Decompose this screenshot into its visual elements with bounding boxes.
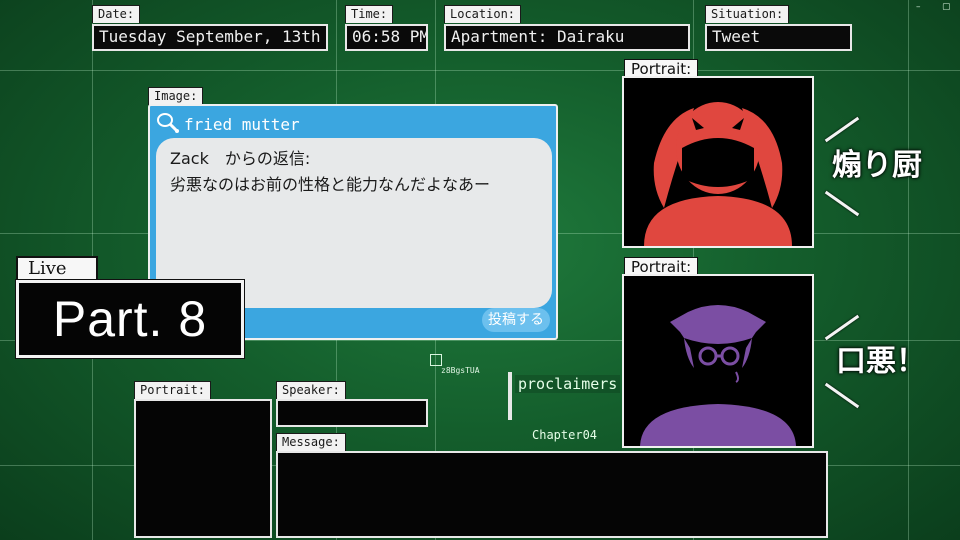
time-label: Time: (345, 5, 394, 23)
location-label: Location: (444, 5, 522, 23)
location-value: Apartment: Dairaku (444, 24, 690, 51)
portrait-bottom-caption: 口悪！ (836, 344, 926, 379)
divider (508, 372, 512, 420)
caption-slash (824, 314, 860, 341)
character-silhouette-red (644, 102, 792, 246)
grid-line (908, 0, 909, 540)
portrait-top-caption: 煽り厨 (832, 148, 922, 183)
crosshair-icon (430, 354, 442, 366)
tweet-username: fried mutter (184, 114, 300, 134)
time-value: 06:58 PM (345, 24, 428, 51)
portrait-top (622, 76, 814, 248)
portrait-bottom (622, 274, 814, 448)
tweet-header: fried mutter (156, 112, 300, 136)
image-label: Image: (148, 87, 204, 105)
date-value: Tuesday September, 13th (92, 24, 328, 51)
chapter-label: Chapter04 (532, 428, 598, 442)
maximize-button[interactable]: ▢ (942, 2, 951, 12)
tweet-line-1: Zack からの返信: (170, 149, 311, 168)
character-silhouette-purple (640, 305, 796, 446)
situation-value: Tweet (705, 24, 852, 51)
speaker-label: Speaker: (276, 381, 346, 399)
post-button[interactable]: 投稿する (482, 308, 550, 332)
caption-slash (824, 382, 860, 409)
dialogue-portrait-label: Portrait: (134, 381, 212, 399)
speaker-box (276, 399, 428, 427)
proclaimers-label: proclaimers (515, 375, 621, 393)
scene-id: z8BgsTUA (441, 366, 480, 375)
situation-label: Situation: (705, 5, 790, 23)
dialogue-portrait-box (134, 399, 272, 538)
minimize-button[interactable]: – (916, 2, 921, 12)
live-label: Live (16, 256, 98, 282)
caption-slash (824, 190, 860, 217)
part-number: Part. 8 (16, 280, 244, 358)
tweet-line-2: 劣悪なのはお前の性格と能力なんだよなあー (170, 175, 491, 194)
message-label: Message: (276, 433, 346, 451)
message-box (276, 451, 828, 538)
grid-line (0, 70, 960, 71)
date-label: Date: (92, 5, 141, 23)
caption-slash (824, 116, 860, 143)
chicken-leg-icon (156, 111, 180, 137)
